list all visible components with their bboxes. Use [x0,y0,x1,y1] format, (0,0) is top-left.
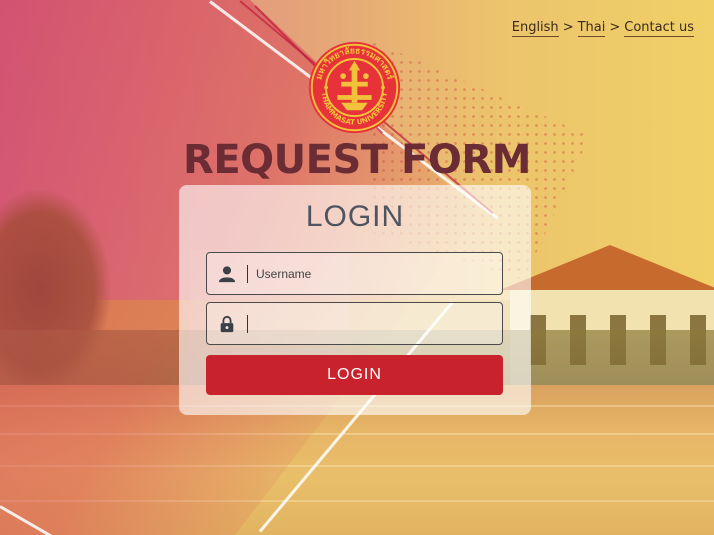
username-input[interactable] [256,266,502,281]
lock-icon [207,315,247,333]
university-logo: มหาวิทยาลัยธรรมศาสตร์ THAMMASAT UNIVERSI… [307,40,402,135]
nav-english-link[interactable]: English [511,20,559,37]
user-icon [207,265,247,283]
nav-separator: > [609,20,621,35]
nav-separator: > [562,20,574,35]
field-divider [247,314,248,333]
password-input[interactable] [256,316,502,331]
nav-thai-link[interactable]: Thai [577,20,606,37]
login-button[interactable]: LOGIN [206,355,503,395]
login-card: LOGIN LOGIN [179,185,531,415]
field-divider [247,264,248,283]
page-title: REQUEST FORM [183,137,531,183]
top-nav: English > Thai > Contact us [511,20,694,37]
username-field[interactable] [206,252,503,295]
login-heading: LOGIN [305,200,405,233]
nav-contact-link[interactable]: Contact us [624,20,694,37]
password-field[interactable] [206,302,503,345]
